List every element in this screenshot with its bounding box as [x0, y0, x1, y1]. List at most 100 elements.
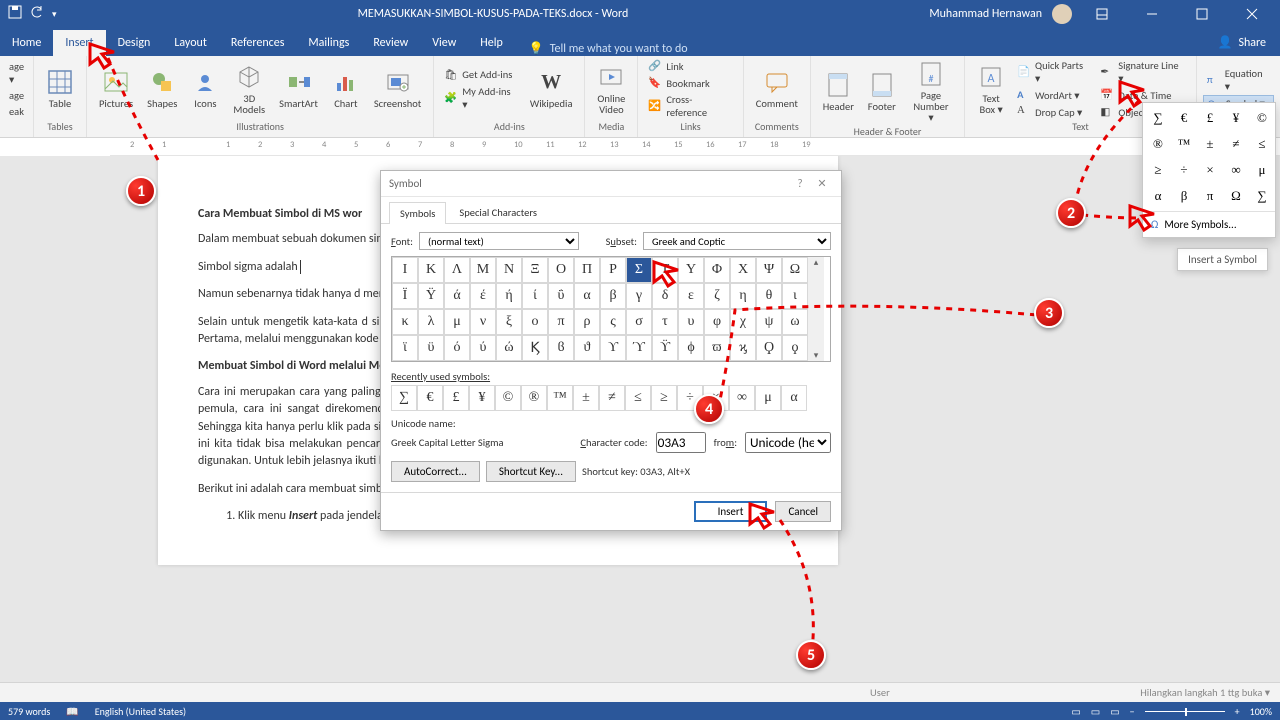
recent-symbol-cell[interactable]: ¥	[469, 385, 495, 411]
tab-design[interactable]: Design	[106, 30, 163, 56]
flyout-symbol-cell[interactable]: α	[1145, 183, 1171, 209]
my-addins-button[interactable]: 🧩My Add-ins ▾	[440, 84, 522, 112]
zoom-slider[interactable]	[1145, 711, 1225, 712]
from-select[interactable]: Unicode (hex)	[745, 432, 831, 453]
page-break-button[interactable]: eak	[5, 104, 28, 119]
symbol-cell[interactable]: τ	[652, 309, 678, 335]
symbol-cell[interactable]: Ξ	[522, 257, 548, 283]
symbol-cell[interactable]: μ	[444, 309, 470, 335]
symbol-cell[interactable]: Σ	[626, 257, 652, 283]
symbol-cell[interactable]: Ι	[392, 257, 418, 283]
zoom-level[interactable]: 100%	[1250, 705, 1272, 718]
tab-insert[interactable]: Insert	[53, 30, 105, 56]
screenshot-button[interactable]: Screenshot	[368, 66, 427, 111]
tab-special-chars[interactable]: Special Characters	[448, 201, 548, 223]
3d-models-button[interactable]: 3D Models	[227, 61, 271, 117]
symbol-cell[interactable]: ρ	[574, 309, 600, 335]
symbol-cell[interactable]: ή	[496, 283, 522, 309]
symbol-cell[interactable]: ψ	[756, 309, 782, 335]
symbol-cell[interactable]: έ	[470, 283, 496, 309]
char-code-input[interactable]	[656, 432, 706, 453]
get-addins-button[interactable]: 🛍Get Add-ins	[440, 67, 522, 83]
recent-symbol-cell[interactable]: ×	[703, 385, 729, 411]
recent-symbol-cell[interactable]: ÷	[677, 385, 703, 411]
recent-symbol-cell[interactable]: €	[417, 385, 443, 411]
symbol-cell[interactable]: Ρ	[600, 257, 626, 283]
symbol-cell[interactable]: χ	[730, 309, 756, 335]
close-button[interactable]	[1232, 0, 1272, 28]
cross-reference-button[interactable]: 🔀Cross-reference	[644, 92, 736, 120]
equation-button[interactable]: πEquation ▾	[1203, 66, 1274, 94]
recent-symbol-cell[interactable]: ©	[495, 385, 521, 411]
recent-symbol-cell[interactable]: ≤	[625, 385, 651, 411]
recent-symbol-cell[interactable]: ™	[547, 385, 573, 411]
symbol-cell[interactable]: Χ	[730, 257, 756, 283]
flyout-symbol-cell[interactable]: Ω	[1223, 183, 1249, 209]
wordart-button[interactable]: AWordArt ▾	[1013, 87, 1094, 103]
share-button[interactable]: 👤 Share	[1203, 29, 1280, 56]
symbol-cell[interactable]: Λ	[444, 257, 470, 283]
symbol-cell[interactable]: ϖ	[704, 335, 730, 361]
grid-scrollbar[interactable]: ▴▾	[808, 257, 824, 361]
flyout-symbol-cell[interactable]: β	[1171, 183, 1197, 209]
recent-symbol-cell[interactable]: ±	[573, 385, 599, 411]
avatar[interactable]	[1052, 4, 1072, 24]
word-count[interactable]: 579 words	[8, 705, 50, 718]
symbol-cell[interactable]: σ	[626, 309, 652, 335]
pictures-button[interactable]: Pictures	[93, 66, 139, 111]
symbol-cell[interactable]: Ϊ	[392, 283, 418, 309]
tab-symbols[interactable]: Symbols	[389, 202, 446, 224]
symbol-cell[interactable]: ϊ	[392, 335, 418, 361]
page-number-button[interactable]: #Page Number ▾	[904, 58, 958, 125]
symbol-cell[interactable]: υ	[678, 309, 704, 335]
symbol-cell[interactable]: ϑ	[574, 335, 600, 361]
view-read-icon[interactable]: ▭	[1071, 705, 1080, 718]
comment-button[interactable]: Comment	[750, 66, 804, 111]
bookmark-button[interactable]: 🔖Bookmark	[644, 75, 736, 91]
dialog-help-button[interactable]: ?	[789, 177, 811, 190]
symbol-cell[interactable]: ο	[522, 309, 548, 335]
flyout-symbol-cell[interactable]: ≤	[1249, 131, 1275, 157]
symbol-cell[interactable]: ς	[600, 309, 626, 335]
symbol-cell[interactable]: ά	[444, 283, 470, 309]
flyout-symbol-cell[interactable]: £	[1197, 105, 1223, 131]
link-button[interactable]: 🔗Link	[644, 58, 736, 74]
flyout-symbol-cell[interactable]: π	[1197, 183, 1223, 209]
recent-symbol-cell[interactable]: £	[443, 385, 469, 411]
font-select[interactable]: (normal text)	[419, 232, 579, 250]
symbol-cell[interactable]: Τ	[652, 257, 678, 283]
recent-symbol-cell[interactable]: ≠	[599, 385, 625, 411]
symbol-cell[interactable]: ν	[470, 309, 496, 335]
chart-button[interactable]: Chart	[326, 66, 366, 111]
wikipedia-button[interactable]: WWikipedia	[524, 66, 578, 111]
flyout-symbol-cell[interactable]: ©	[1249, 105, 1275, 131]
flyout-symbol-cell[interactable]: ×	[1197, 157, 1223, 183]
symbol-cell[interactable]: ώ	[496, 335, 522, 361]
symbol-cell[interactable]: β	[600, 283, 626, 309]
symbol-grid[interactable]: ΙΚΛΜΝΞΟΠΡΣΤΥΦΧΨΩΪΫάέήίΰαβγδεζηθικλμνξοπρ…	[392, 257, 808, 361]
recent-symbols-grid[interactable]: ∑€£¥©®™±≠≤≥÷×∞μα	[391, 385, 831, 411]
symbol-cell[interactable]: δ	[652, 283, 678, 309]
shortcut-key-button[interactable]: Shortcut Key...	[486, 461, 576, 482]
more-symbols-item[interactable]: Ω More Symbols...	[1143, 211, 1275, 237]
flyout-symbol-cell[interactable]: ∞	[1223, 157, 1249, 183]
shapes-button[interactable]: Shapes	[141, 66, 183, 111]
online-video-button[interactable]: Online Video	[591, 61, 631, 117]
symbol-cell[interactable]: ύ	[470, 335, 496, 361]
symbol-cell[interactable]: Υ	[678, 257, 704, 283]
maximize-button[interactable]	[1182, 0, 1222, 28]
symbol-cell[interactable]: Ϙ	[756, 335, 782, 361]
symbol-cell[interactable]: ϗ	[730, 335, 756, 361]
tab-home[interactable]: Home	[0, 30, 53, 56]
smartart-button[interactable]: SmartArt	[273, 66, 324, 111]
view-print-icon[interactable]: ▭	[1091, 705, 1100, 718]
symbol-cell[interactable]: η	[730, 283, 756, 309]
revision-message[interactable]: Hilangkan langkah 1 ttg buka ▾	[1140, 686, 1270, 699]
footer-button[interactable]: Footer	[862, 69, 902, 114]
tab-layout[interactable]: Layout	[162, 30, 219, 56]
symbol-cell[interactable]: Ν	[496, 257, 522, 283]
dialog-close-button[interactable]: ✕	[811, 177, 833, 190]
recent-symbol-cell[interactable]: α	[781, 385, 807, 411]
recent-symbol-cell[interactable]: ∑	[391, 385, 417, 411]
undo-icon[interactable]	[30, 5, 44, 23]
